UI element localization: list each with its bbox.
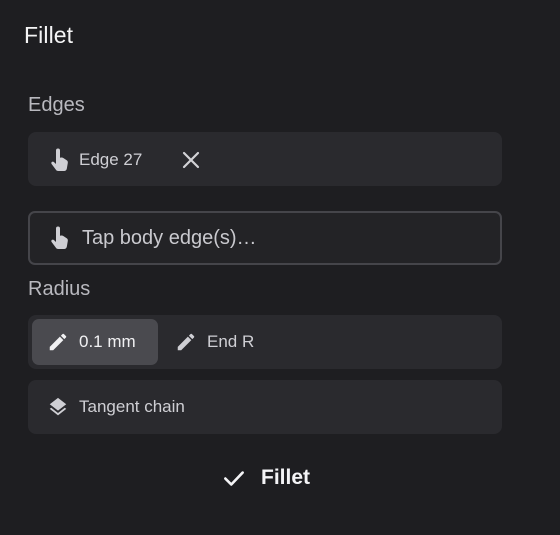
tangent-chain-option[interactable]: Tangent chain [28, 380, 502, 434]
selected-edges-list: Edge 27 [28, 132, 502, 186]
checkmark-icon [220, 464, 248, 492]
radius-label: Radius [28, 278, 91, 300]
edges-label: Edges [28, 94, 85, 116]
panel-title: Fillet [24, 22, 74, 48]
fillet-confirm-label: Fillet [261, 466, 311, 489]
pencil-icon [46, 330, 70, 354]
pencil-icon [174, 330, 198, 354]
radius-value: 0.1 mm [79, 332, 136, 351]
end-radius-label: End R [207, 332, 255, 351]
edge-chip[interactable]: Edge 27 [48, 146, 142, 174]
close-icon[interactable] [180, 149, 202, 171]
tangent-chain-label: Tangent chain [79, 397, 185, 416]
tangent-chain-content: Tangent chain [46, 393, 185, 421]
radius-value-button[interactable]: 0.1 mm [32, 319, 158, 365]
edge-chip-label: Edge 27 [79, 150, 143, 169]
layers-icon [46, 395, 70, 419]
fillet-confirm-button[interactable]: Fillet [220, 458, 310, 498]
edge-selection-input-box[interactable] [28, 211, 502, 265]
tap-hand-icon [48, 147, 72, 173]
end-radius-button[interactable]: End R [170, 319, 254, 365]
tap-hand-icon [48, 225, 72, 251]
edge-selection-input[interactable] [82, 226, 482, 250]
